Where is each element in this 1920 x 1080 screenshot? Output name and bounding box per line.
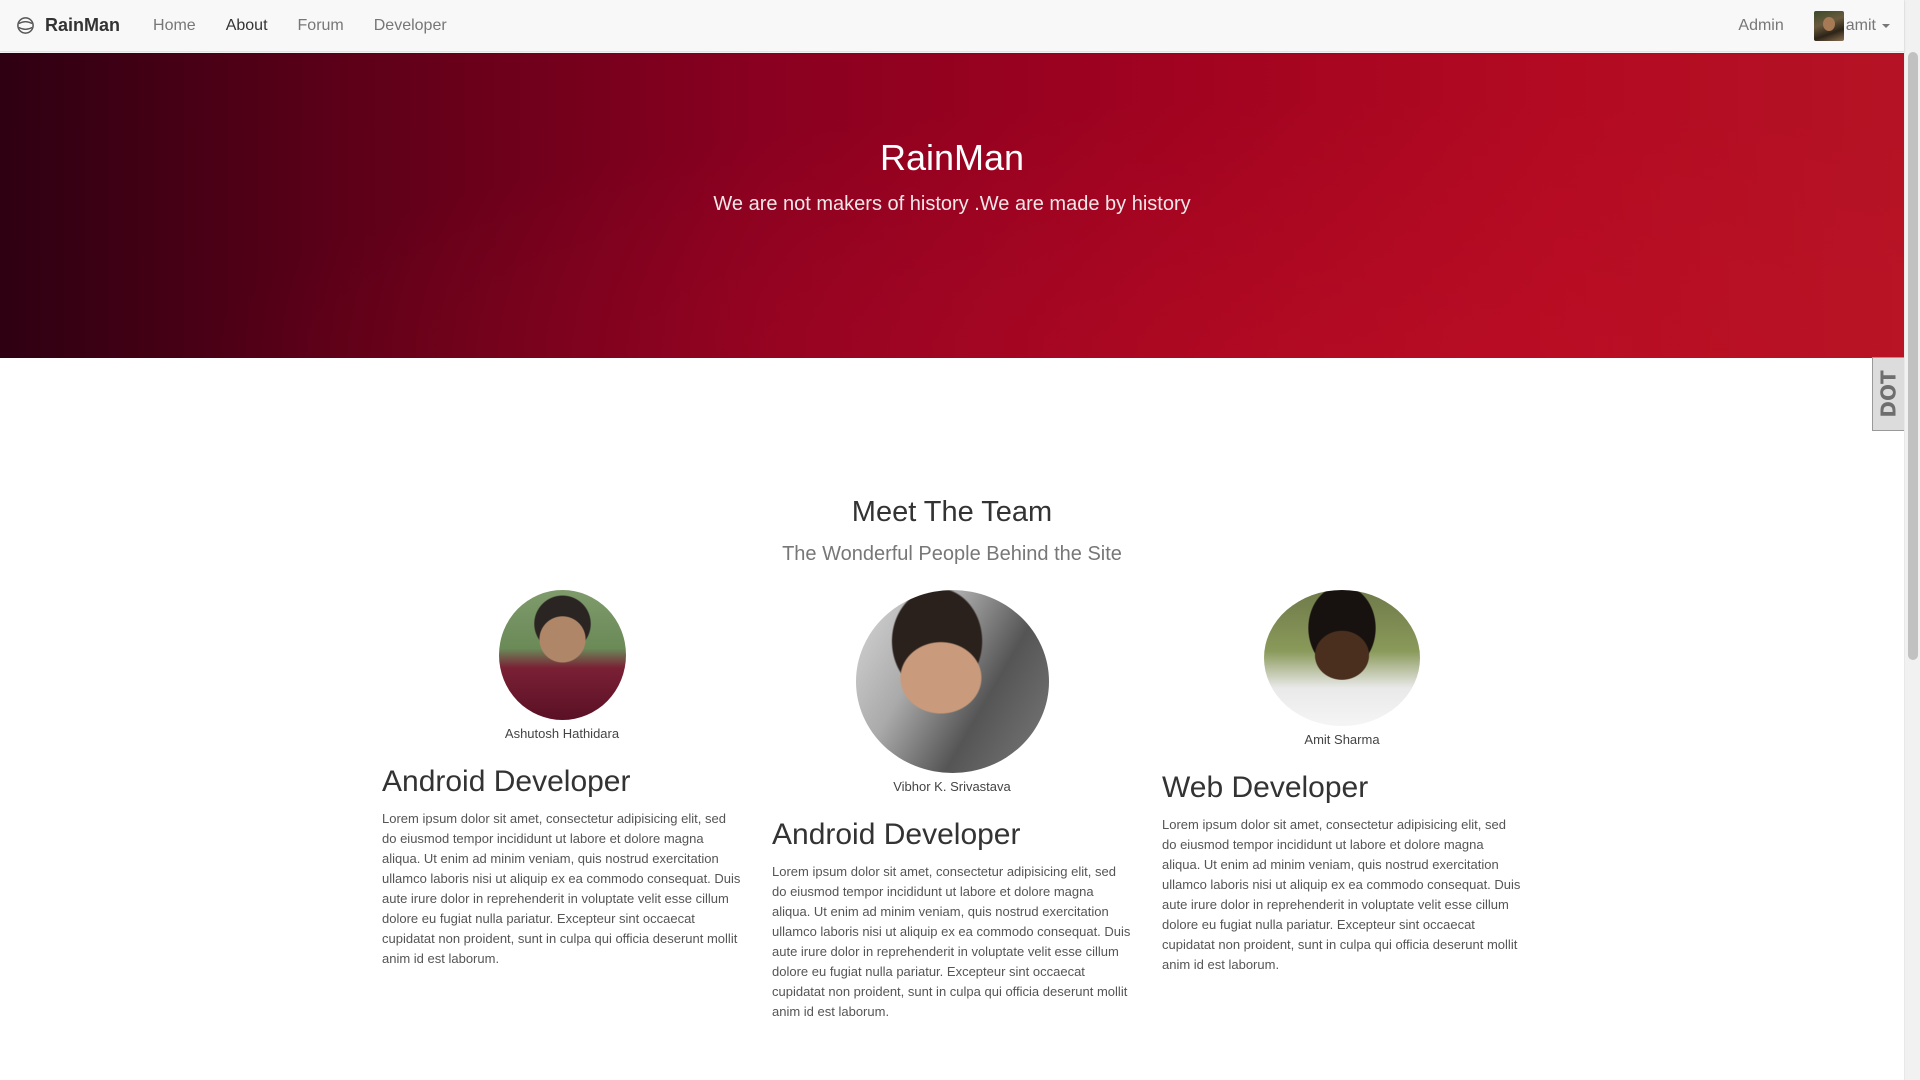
team-title: Meet The Team [851, 496, 1053, 528]
top-navbar: RainMan Home About Forum Developer Admin… [0, 0, 1904, 52]
dot-widget-label: DOT [1876, 370, 1901, 418]
member-bio: Lorem ipsum dolor sit amet, consectetur … [382, 811, 741, 966]
nav-links: Home About Forum Developer [138, 0, 462, 52]
avatar [1813, 10, 1844, 41]
hero-subtitle: We are not makers of history .We are mad… [713, 193, 1191, 215]
nav-right: Admin amit [1738, 10, 1890, 41]
team-member-card: Ashutosh Hathidara Android Developer Lor… [382, 590, 742, 969]
member-photo [498, 590, 626, 720]
dot-side-widget[interactable]: DOT [1872, 357, 1904, 431]
user-menu-toggle[interactable]: amit [1813, 10, 1890, 41]
member-photo [1264, 590, 1420, 726]
member-name: Amit Sharma [1304, 732, 1380, 747]
caret-down-icon [1882, 23, 1890, 28]
user-name: amit [1845, 16, 1876, 34]
nav-home[interactable]: Home [138, 0, 211, 52]
nav-about[interactable]: About [211, 0, 283, 52]
team-subtitle: The Wonderful People Behind the Site [782, 543, 1122, 565]
nav-developer[interactable]: Developer [359, 0, 462, 52]
hero-title: RainMan [879, 137, 1025, 178]
team-member-card: Vibhor K. Srivastava Android Developer L… [772, 590, 1132, 1022]
team-member-card: Amit Sharma Web Developer Lorem ipsum do… [1162, 590, 1522, 975]
scrollbar-thumb[interactable] [1908, 52, 1918, 660]
nav-admin[interactable]: Admin [1738, 17, 1783, 35]
member-name: Vibhor K. Srivastava [893, 779, 1011, 794]
page-scrollbar[interactable] [1904, 0, 1920, 1080]
member-photo [855, 590, 1049, 773]
member-role: Web Developer [1162, 771, 1369, 804]
nav-forum[interactable]: Forum [283, 0, 359, 52]
brand-name: RainMan [45, 15, 121, 35]
member-role: Android Developer [382, 765, 631, 798]
hero-banner: RainMan We are not makers of history .We… [0, 53, 1904, 358]
globe-icon [16, 16, 35, 35]
member-name: Ashutosh Hathidara [504, 726, 620, 741]
member-bio: Lorem ipsum dolor sit amet, consectetur … [1162, 817, 1521, 972]
member-role: Android Developer [772, 818, 1021, 851]
brand-link[interactable]: RainMan [16, 15, 120, 36]
member-bio: Lorem ipsum dolor sit amet, consectetur … [772, 864, 1131, 1019]
